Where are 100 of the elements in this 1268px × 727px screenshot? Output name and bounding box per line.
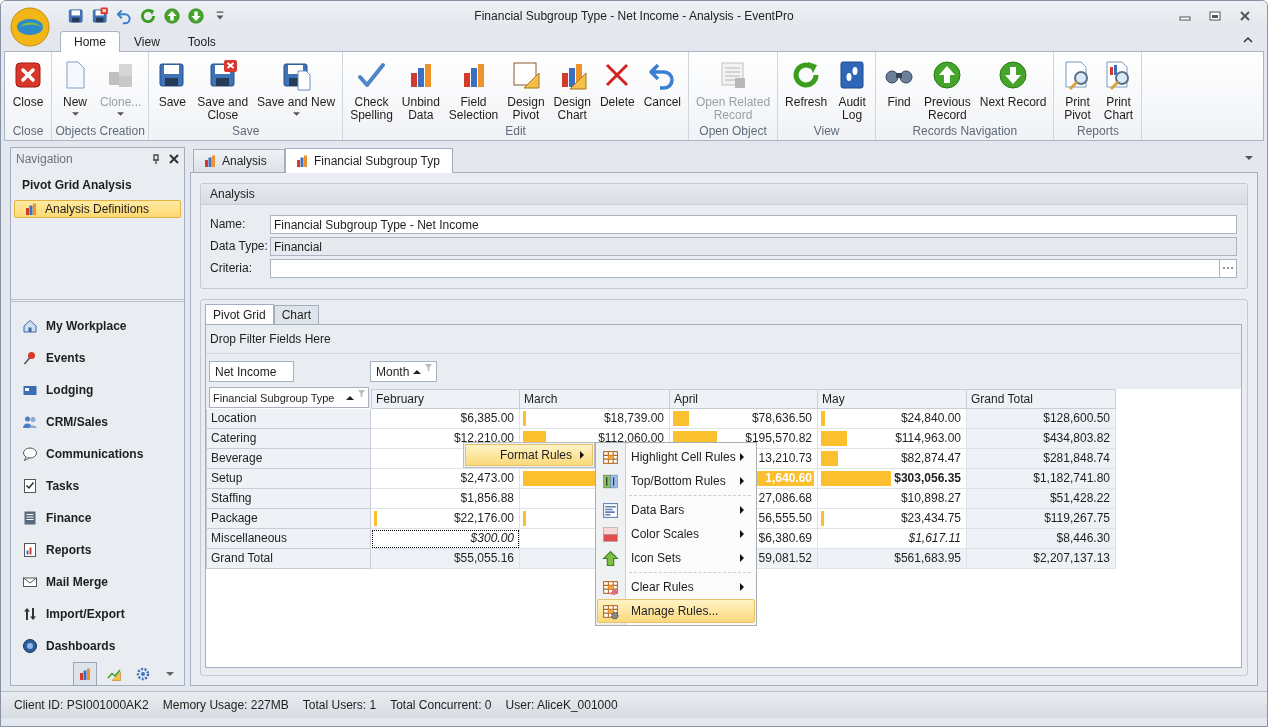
- app-logo-icon[interactable]: [10, 7, 50, 47]
- ribbon-button[interactable]: Save and Close: [193, 59, 253, 122]
- menu-item[interactable]: Manage Rules...: [597, 599, 755, 623]
- restore-icon[interactable]: [1209, 9, 1221, 22]
- document-tab[interactable]: Financial Subgroup Typ: [285, 148, 453, 173]
- module-button[interactable]: Finance: [11, 502, 184, 534]
- row-header[interactable]: Beverage: [206, 449, 371, 469]
- panel-title: Navigation: [16, 152, 74, 166]
- close-icon[interactable]: [169, 154, 179, 164]
- column-header[interactable]: Grand Total: [967, 389, 1116, 409]
- row-header[interactable]: Catering: [206, 429, 371, 449]
- menu-item[interactable]: Format Rules: [465, 444, 593, 466]
- ribbon-button[interactable]: New: [55, 59, 95, 116]
- ellipsis-icon: [1222, 266, 1234, 270]
- ribbon-button[interactable]: Check Spelling: [346, 59, 397, 122]
- column-header[interactable]: February: [371, 389, 520, 409]
- field-button[interactable]: Month: [370, 361, 437, 382]
- field-button[interactable]: Net Income: [209, 361, 294, 382]
- row-header[interactable]: Staffing: [206, 489, 371, 509]
- envelope-icon: [22, 574, 38, 590]
- ribbon-button[interactable]: Previous Record: [920, 59, 975, 122]
- table-cell: $281,848.74: [967, 449, 1116, 469]
- module-button[interactable]: My Workplace: [11, 310, 184, 342]
- save-icon[interactable]: [67, 6, 85, 25]
- group-label: Edit: [504, 123, 527, 140]
- ribbon-button[interactable]: Design Pivot: [503, 59, 549, 122]
- ribbon-button[interactable]: Field Selection: [444, 59, 503, 122]
- status-text: Total Concurrent: 0: [390, 698, 492, 712]
- cell-value: $18,739.00: [603, 411, 664, 425]
- field-label: Data Type:: [210, 239, 269, 253]
- ribbon-button[interactable]: Unbind Data: [397, 59, 444, 122]
- sort-arrow-icon: [413, 369, 422, 374]
- ribbon-button[interactable]: Print Pivot: [1057, 59, 1098, 122]
- filter-drop-area: Drop Filter Fields Here: [206, 325, 1241, 354]
- row-header[interactable]: Setup: [206, 469, 371, 489]
- row-header[interactable]: Miscellaneous: [206, 529, 371, 549]
- sorted-columns-icon: [602, 472, 619, 490]
- ribbon-button[interactable]: Design Chart: [549, 59, 595, 122]
- house-icon: [22, 318, 38, 334]
- floppy-close-icon[interactable]: [91, 6, 109, 25]
- caret-icon[interactable]: [1245, 156, 1253, 160]
- ribbon-button[interactable]: Save and New: [253, 59, 340, 116]
- ribbon-button[interactable]: Audit Log: [832, 59, 873, 122]
- caret-icon[interactable]: [166, 672, 174, 676]
- field-button[interactable]: Financial Subgroup Type: [209, 387, 369, 408]
- nav-item[interactable]: Analysis Definitions: [14, 200, 181, 218]
- ribbon-button[interactable]: Close: [8, 59, 48, 109]
- column-header[interactable]: May: [818, 389, 967, 409]
- pin-icon[interactable]: [151, 154, 161, 164]
- row-header[interactable]: Location: [206, 409, 371, 429]
- ribbon-button[interactable]: Refresh: [781, 59, 832, 109]
- refresh-icon[interactable]: [139, 6, 157, 25]
- ribbon-button[interactable]: Find: [879, 59, 920, 109]
- cell-value: $24,840.00: [900, 411, 961, 425]
- module-button[interactable]: CRM/Sales: [11, 406, 184, 438]
- status-text: Total Users: 1: [302, 698, 377, 712]
- input-field[interactable]: Financial Subgroup Type - Net Income: [270, 214, 1237, 234]
- row-header[interactable]: Grand Total: [206, 549, 371, 569]
- pivot-tab[interactable]: Chart: [273, 305, 320, 324]
- pivot-tab[interactable]: Pivot Grid: [205, 304, 274, 325]
- cell-value: 1,640.60: [765, 471, 812, 485]
- document-tab[interactable]: Analysis: [193, 149, 285, 172]
- cell-value: $303,056.35: [894, 471, 961, 485]
- grid-gear-icon: [602, 602, 619, 620]
- close-icon[interactable]: [1239, 9, 1251, 22]
- status-text: User: AliceK_001000: [505, 698, 618, 712]
- collapse-ribbon-icon[interactable]: [1243, 36, 1253, 44]
- ribbon-tab[interactable]: View: [120, 31, 174, 51]
- bar-chart-icon[interactable]: [73, 662, 97, 686]
- ribbon-button[interactable]: Save: [152, 59, 193, 109]
- input-field[interactable]: [270, 258, 1220, 278]
- module-button[interactable]: Reports: [11, 534, 184, 566]
- status-text: Memory Usage: 227MB: [162, 698, 289, 712]
- table-cell: $300.00: [371, 529, 520, 549]
- group-label: Reports: [1075, 123, 1120, 140]
- browse-button[interactable]: [1220, 258, 1237, 278]
- input-field[interactable]: Financial: [270, 236, 1237, 256]
- module-button[interactable]: Lodging: [11, 374, 184, 406]
- module-button[interactable]: Import/Export: [11, 598, 184, 630]
- table-cell: $2,473.00: [371, 469, 520, 489]
- ribbon-button[interactable]: Print Chart: [1098, 59, 1139, 122]
- module-button[interactable]: Mail Merge: [11, 566, 184, 598]
- module-button[interactable]: Tasks: [11, 470, 184, 502]
- cell-value: $82,874.47: [900, 451, 961, 465]
- group-title: Analysis: [201, 184, 1247, 205]
- table-cell: $1,856.88: [371, 489, 520, 509]
- ribbon-button[interactable]: Next Record: [975, 59, 1051, 109]
- ribbon-tab[interactable]: Tools: [173, 31, 230, 51]
- column-header[interactable]: March: [520, 389, 670, 409]
- ribbon-button[interactable]: Cancel: [639, 59, 685, 109]
- column-header[interactable]: April: [670, 389, 818, 409]
- module-button[interactable]: Communications: [11, 438, 184, 470]
- field-label: Name:: [210, 217, 247, 231]
- ribbon-tab[interactable]: Home: [60, 31, 120, 52]
- row-header[interactable]: Package: [206, 509, 371, 529]
- module-button[interactable]: Dashboards: [11, 630, 184, 662]
- up-down-arrows-icon: [22, 606, 38, 622]
- menu-item[interactable]: Clear Rules: [597, 575, 755, 599]
- ribbon-button[interactable]: Delete: [595, 59, 639, 109]
- module-button[interactable]: Events: [11, 342, 184, 374]
